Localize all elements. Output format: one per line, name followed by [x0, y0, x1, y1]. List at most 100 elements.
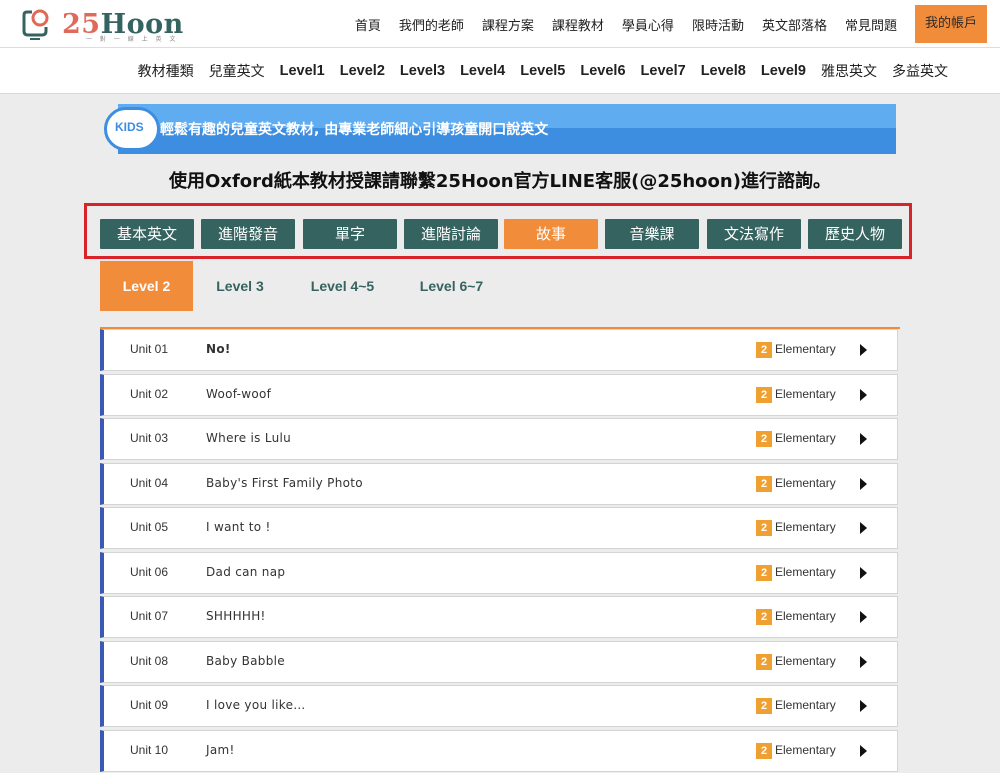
level-badge: 2 — [756, 386, 772, 403]
unit-title[interactable]: Baby's First Family Photo — [206, 476, 363, 490]
level-tab-0[interactable]: Level 2 — [100, 261, 193, 311]
play-arrow-icon[interactable] — [860, 477, 867, 490]
nav-item-2[interactable]: 課程方案 — [482, 15, 534, 34]
unit-number: Unit 01 — [130, 342, 169, 356]
unit-row[interactable]: Unit 02 Woof-woof 2 Elementary — [100, 373, 898, 416]
unit-number: Unit 05 — [130, 520, 169, 534]
subject-tab-7[interactable]: 歷史人物 — [808, 219, 902, 249]
unit-title[interactable]: SHHHHH! — [206, 609, 266, 623]
subject-tab-5[interactable]: 音樂課 — [605, 219, 699, 249]
category-item-9[interactable]: Level8 — [701, 63, 746, 79]
level-name: Elementary — [775, 342, 836, 356]
nav-item-5[interactable]: 限時活動 — [692, 15, 744, 34]
category-item-4[interactable]: Level3 — [400, 63, 445, 79]
level-name: Elementary — [775, 609, 836, 623]
play-arrow-icon[interactable] — [860, 700, 867, 712]
subject-tab-6[interactable]: 文法寫作 — [707, 219, 801, 249]
nav-item-0[interactable]: 首頁 — [355, 15, 381, 34]
category-item-12[interactable]: 多益英文 — [892, 61, 948, 81]
category-item-6[interactable]: Level5 — [520, 63, 565, 79]
unit-row[interactable]: Unit 07 SHHHHH! 2 Elementary — [100, 596, 898, 638]
subject-tab-3[interactable]: 進階討論 — [404, 219, 498, 249]
unit-row[interactable]: Unit 08 Baby Babble 2 Elementary — [100, 640, 898, 683]
unit-title[interactable]: Dad can nap — [206, 565, 285, 579]
nav-item-7[interactable]: 常見問題 — [845, 15, 897, 34]
unit-row[interactable]: Unit 06 Dad can nap 2 Elementary — [100, 551, 898, 594]
unit-row[interactable]: Unit 10 Jam! 2 Elementary — [100, 729, 898, 772]
level-badge: 2 — [756, 431, 772, 447]
play-arrow-icon[interactable] — [860, 655, 867, 668]
unit-number: Unit 07 — [130, 609, 169, 623]
level-name: Elementary — [775, 431, 836, 445]
top-navigation-bar: 25Hoon 一 對 一 線 上 英 文 首頁 我們的老師 課程方案 課程教材 學員心得… — [0, 0, 1000, 48]
subject-tab-2[interactable]: 單字 — [303, 219, 397, 249]
subject-tab-0[interactable]: 基本英文 — [100, 219, 194, 249]
level-tab-1[interactable]: Level 3 — [193, 261, 287, 311]
play-arrow-icon[interactable] — [860, 522, 867, 534]
subject-tabs: 基本英文 進階發音 單字 進階討論 故事 音樂課 文法寫作 歷史人物 — [84, 203, 912, 259]
kids-badge: KIDS — [104, 107, 160, 151]
unit-number: Unit 06 — [130, 564, 169, 579]
play-arrow-icon[interactable] — [860, 744, 867, 757]
level-badge: 2 — [756, 698, 772, 714]
level-tab-3[interactable]: Level 6~7 — [398, 261, 505, 311]
level-badge: 2 — [756, 609, 772, 625]
unit-number: Unit 08 — [130, 653, 169, 668]
kids-badge-label: KIDS — [115, 120, 144, 134]
nav-item-4[interactable]: 學員心得 — [622, 15, 674, 34]
subject-tab-4[interactable]: 故事 — [504, 219, 598, 249]
unit-title[interactable]: Woof-woof — [206, 387, 271, 401]
level-badge: 2 — [756, 342, 772, 358]
level-name: Elementary — [775, 520, 836, 534]
unit-row[interactable]: Unit 01 No! 2 Elementary — [100, 329, 898, 371]
play-arrow-icon[interactable] — [860, 344, 867, 356]
level-badge: 2 — [756, 742, 772, 759]
category-item-7[interactable]: Level6 — [580, 63, 625, 79]
unit-row[interactable]: Unit 04 Baby's First Family Photo 2 Element… — [100, 462, 898, 505]
unit-row[interactable]: Unit 03 Where is Lulu 2 Elementary — [100, 418, 898, 460]
unit-row[interactable]: Unit 05 I want to ! 2 Elementary — [100, 507, 898, 549]
unit-number: Unit 09 — [130, 698, 169, 712]
nav-item-6[interactable]: 英文部落格 — [762, 15, 827, 34]
unit-title[interactable]: I love you like… — [206, 698, 306, 712]
subject-tab-1[interactable]: 進階發音 — [201, 219, 295, 249]
logo-tagline: 一 對 一 線 上 英 文 — [86, 36, 179, 43]
unit-title[interactable]: I want to ! — [206, 520, 271, 534]
level-name: Elementary — [775, 564, 836, 579]
level-badge: 2 — [756, 564, 772, 581]
unit-title[interactable]: Jam! — [206, 743, 235, 757]
level-badge: 2 — [756, 520, 772, 536]
category-item-10[interactable]: Level9 — [761, 63, 806, 79]
category-item-0: 教材種類 — [137, 64, 194, 80]
logo-icon — [22, 9, 49, 40]
oxford-notice: 使用Oxford紙本教材授課請聯繫25Hoon官方LINE客服(@25hoon)… — [169, 171, 831, 192]
category-item-5[interactable]: Level4 — [460, 63, 505, 79]
level-name: Elementary — [775, 742, 836, 757]
unit-number: Unit 10 — [130, 742, 169, 757]
kids-banner: KIDS 輕鬆有趣的兒童英文教材, 由專業老師細心引導孩童開口說英文 — [104, 104, 896, 154]
category-item-1[interactable]: 兒童英文 — [209, 61, 265, 81]
play-arrow-icon[interactable] — [860, 611, 867, 623]
play-arrow-icon[interactable] — [860, 388, 867, 401]
unit-number: Unit 03 — [130, 431, 169, 445]
play-arrow-icon[interactable] — [860, 433, 867, 445]
unit-row[interactable]: Unit 09 I love you like… 2 Elementary — [100, 685, 898, 727]
unit-number: Unit 04 — [130, 475, 169, 490]
category-item-8[interactable]: Level7 — [641, 63, 686, 79]
category-bar: 教材種類 兒童英文 Level1 Level2 Level3 Level4 Level5 Le… — [0, 48, 1000, 94]
main-nav: 首頁 我們的老師 課程方案 課程教材 學員心得 限時活動 英文部落格 常見問題 我的帳戶 — [355, 0, 1000, 48]
level-badge: 2 — [756, 475, 772, 492]
category-item-3[interactable]: Level2 — [340, 63, 385, 79]
nav-item-3[interactable]: 課程教材 — [552, 15, 604, 34]
category-item-2[interactable]: Level1 — [280, 63, 325, 79]
unit-title[interactable]: No! — [206, 342, 231, 356]
level-tab-2[interactable]: Level 4~5 — [287, 261, 398, 311]
unit-number: Unit 02 — [130, 386, 169, 401]
unit-title[interactable]: Baby Babble — [206, 654, 285, 668]
unit-title[interactable]: Where is Lulu — [206, 431, 291, 445]
category-item-11[interactable]: 雅思英文 — [821, 61, 877, 81]
my-account-button[interactable]: 我的帳戶 — [914, 5, 987, 43]
unit-list: Unit 01 No! 2 Elementary Unit 02 Woof-woof 2 El… — [100, 327, 900, 773]
nav-item-1[interactable]: 我們的老師 — [399, 15, 464, 34]
play-arrow-icon[interactable] — [860, 566, 867, 579]
